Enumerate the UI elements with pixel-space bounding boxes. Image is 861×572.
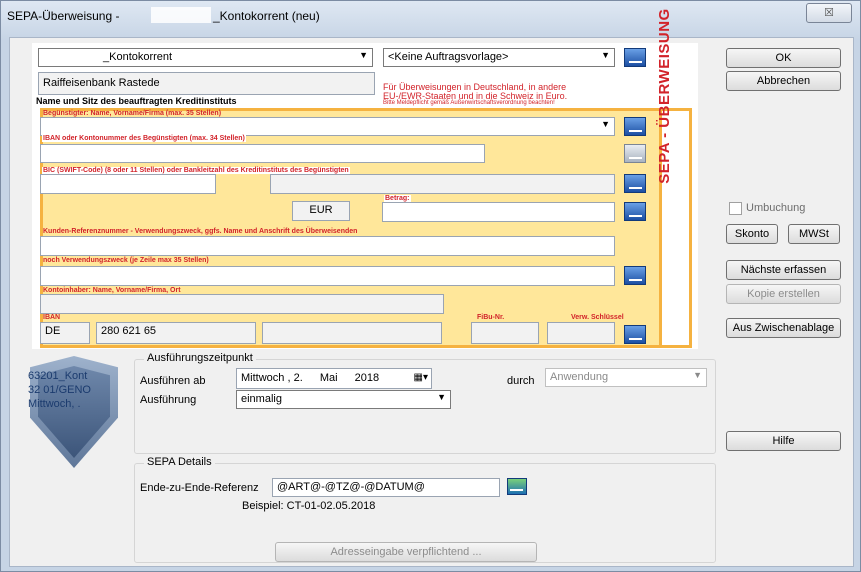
shield-text-line1: 63201_Kont (28, 370, 88, 382)
reference-label: Kunden-Referenznummer - Verwendungszweck… (43, 228, 358, 235)
bic-label: BIC (SWIFT-Code) (8 oder 11 Stellen) ode… (42, 167, 350, 174)
purpose2-label: noch Verwendungszweck (je Zeile max 35 S… (43, 257, 209, 264)
note-line3: Bitte Meldepflicht gemäß Außenwirtschaft… (383, 100, 555, 106)
clipboard-button[interactable]: Aus Zwischenablage (726, 318, 841, 338)
close-icon: ☒ (824, 7, 834, 19)
chevron-down-icon: ▼ (693, 370, 702, 380)
e2e-input[interactable]: @ART@-@TZ@-@DATUM@ (272, 478, 500, 497)
bank-name-readonly (270, 174, 615, 194)
reference-input[interactable] (40, 236, 615, 256)
help-button[interactable]: Hilfe (726, 431, 841, 451)
date-weekday: Mittwoch (241, 372, 285, 384)
currency-field: EUR (292, 201, 350, 221)
date-year: 2018 (354, 372, 380, 384)
sepa-vertical-title: SEPA - ÜBERWEISUNG (656, 8, 673, 184)
cancel-button[interactable]: Abbrechen (726, 71, 841, 91)
template-combo[interactable]: <Keine Auftragsvorlage> ▼ (383, 48, 615, 67)
chevron-down-icon: ▼ (601, 50, 610, 60)
date-month: Mai (319, 372, 338, 384)
iban-extra-field (262, 322, 442, 344)
skonto-button[interactable]: Skonto (726, 224, 778, 244)
envelope-icon[interactable] (624, 144, 646, 163)
amount-input[interactable] (382, 202, 615, 222)
iban-beneficiary-input[interactable] (40, 144, 485, 163)
execution-group-title: Ausführungszeitpunkt (144, 352, 256, 364)
date-picker[interactable]: Mittwoch , 2. Mai 2018 ▦▾ (236, 368, 432, 389)
shield-text-line2: 32 01/GENO (28, 384, 91, 396)
window-title-right: _Kontokorrent (neu) (213, 9, 320, 23)
sepa-details-title: SEPA Details (144, 456, 215, 468)
beneficiary-label: Begünstigter: Name, Vorname/Firma (max. … (43, 110, 222, 117)
beneficiary-input[interactable]: ▼ (40, 117, 615, 136)
shield-text-line3: Mittwoch, . (28, 398, 81, 410)
account-combo[interactable]: _Kontokorrent ▼ (38, 48, 373, 67)
rebooking-label: Umbuchung (746, 202, 806, 214)
keyboard-icon[interactable] (624, 325, 646, 344)
chevron-down-icon: ▼ (601, 119, 610, 129)
mwst-button[interactable]: MWSt (788, 224, 840, 244)
iban-label: IBAN (43, 314, 61, 321)
ok-button[interactable]: OK (726, 48, 841, 68)
bank-lookup-icon[interactable] (624, 174, 646, 193)
fibu-label: FiBu-Nr. (477, 314, 505, 321)
date-day: 2. (293, 372, 303, 384)
text-block-icon[interactable] (624, 266, 646, 285)
verw-key-input[interactable] (547, 322, 615, 344)
bic-input[interactable] (40, 174, 216, 194)
variable-insert-icon[interactable] (507, 478, 527, 495)
verw-key-label: Verw. Schlüssel (571, 314, 624, 321)
title-redaction (151, 7, 211, 23)
title-bar: SEPA-Überweisung - _Kontokorrent (neu) ☒ (1, 1, 861, 37)
e2e-label: Ende-zu-Ende-Referenz (140, 482, 259, 494)
dialog-client-area: _Kontokorrent ▼ <Keine Auftragsvorlage> … (9, 8, 854, 567)
execute-from-label: Ausführen ab (140, 375, 206, 387)
copy-button[interactable]: Kopie erstellen (726, 284, 841, 304)
execution-label: Ausführung (140, 394, 197, 406)
e2e-example: Beispiel: CT-01-02.05.2018 (242, 500, 376, 512)
amount-label: Betrag: (384, 195, 411, 202)
address-book-icon[interactable] (624, 117, 646, 136)
by-combo[interactable]: Anwendung ▼ (545, 368, 707, 387)
bank-name-field: Raiffeisenbank Rastede (38, 72, 375, 95)
chevron-down-icon: ▼ (359, 50, 368, 60)
close-button[interactable]: ☒ (806, 3, 852, 23)
execution-combo[interactable]: einmalig ▼ (236, 390, 451, 409)
iban-number-field: 280 621 65 (96, 322, 256, 344)
rebooking-checkbox[interactable] (729, 202, 742, 215)
iban-country-field: DE (40, 322, 90, 344)
window-title-left: SEPA-Überweisung - (7, 9, 120, 23)
sepa-transfer-window: SEPA-Überweisung - _Kontokorrent (neu) ☒… (0, 0, 861, 572)
address-mandatory-button[interactable]: Adresseingabe verpflichtend ... (275, 542, 537, 562)
next-entry-button[interactable]: Nächste erfassen (726, 260, 841, 280)
iban-beneficiary-label: IBAN oder Kontonummer des Begünstigten (… (42, 135, 246, 142)
chevron-down-icon: ▼ (437, 392, 446, 402)
by-label: durch (507, 375, 535, 387)
fibu-input[interactable] (471, 322, 539, 344)
account-holder-label: Kontoinhaber: Name, Vorname/Firma, Ort (43, 287, 181, 294)
calendar-icon[interactable]: ▦▾ (414, 372, 428, 383)
calculator-icon[interactable] (624, 202, 646, 221)
purpose2-input[interactable] (40, 266, 615, 286)
account-holder-field (40, 294, 444, 314)
template-edit-icon[interactable] (624, 48, 646, 67)
bank-caption: Name und Sitz des beauftragten Kreditins… (36, 96, 237, 106)
